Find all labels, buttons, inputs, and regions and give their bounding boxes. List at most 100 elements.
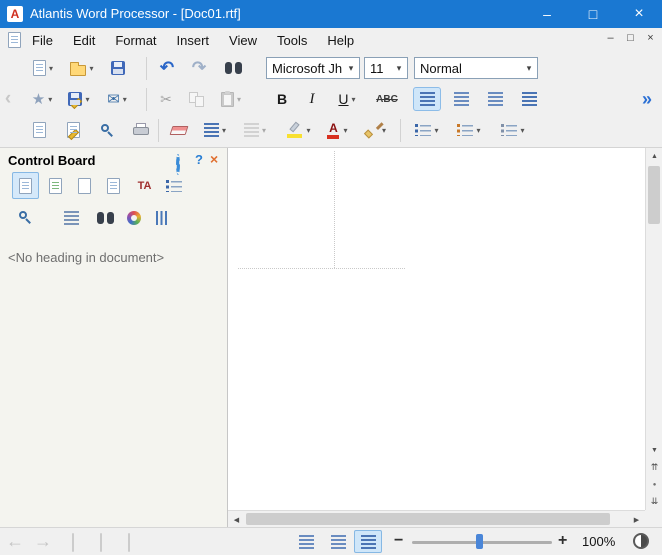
maximize-button[interactable]: □ — [570, 0, 616, 28]
doc-nav-button-3[interactable] — [128, 534, 130, 552]
align-right-button[interactable] — [481, 87, 509, 111]
doc-nav-button-1[interactable] — [72, 534, 74, 552]
menu-format[interactable]: Format — [105, 28, 166, 53]
redo-button[interactable]: ↷ — [186, 56, 212, 80]
clear-formatting-button[interactable] — [166, 118, 192, 142]
mdi-restore-button[interactable]: □ — [623, 30, 638, 46]
paste-button[interactable]: ▾ — [214, 87, 248, 111]
page-setup-button[interactable] — [60, 118, 86, 142]
dropdown-caret[interactable]: ▾ — [123, 95, 127, 104]
menu-insert[interactable]: Insert — [167, 28, 220, 53]
save-button[interactable] — [106, 56, 130, 80]
font-color-button[interactable]: A ▾ — [320, 118, 354, 142]
menu-help[interactable]: Help — [317, 28, 364, 53]
control-board-help-button[interactable]: ? — [195, 152, 203, 167]
undo-button[interactable]: ↶ — [154, 56, 180, 80]
theme-toggle-button[interactable] — [633, 533, 649, 549]
email-button[interactable]: ✉ ▾ — [100, 87, 134, 111]
colors-panel-button[interactable] — [120, 204, 147, 231]
scroll-left-button[interactable]: ◀ — [228, 511, 245, 528]
vertical-scrollbar[interactable]: ▲ ▼ ⇈ ● ⇊ — [645, 148, 662, 510]
browse-back-button[interactable]: ← — [6, 528, 24, 554]
vertical-scroll-thumb[interactable] — [648, 166, 660, 224]
bullets-button[interactable]: ▾ — [410, 118, 444, 142]
dropdown-caret[interactable]: ▾ — [237, 95, 241, 104]
italic-button[interactable]: I — [300, 87, 324, 111]
dropdown-caret[interactable]: ▾ — [306, 126, 310, 135]
print-preview-button[interactable] — [26, 118, 52, 142]
dropdown-caret[interactable]: ▾ — [222, 126, 226, 135]
previous-object-button[interactable]: ⇈ — [646, 459, 662, 476]
find-button[interactable] — [220, 56, 246, 80]
scroll-down-button[interactable]: ▼ — [646, 442, 662, 459]
scroll-up-button[interactable]: ▲ — [646, 148, 662, 165]
menu-edit[interactable]: Edit — [63, 28, 105, 53]
online-view-button[interactable] — [324, 530, 352, 553]
menu-file[interactable]: File — [22, 28, 63, 53]
line-spacing-button[interactable]: ▾ — [198, 118, 232, 142]
dropdown-caret[interactable]: ▾ — [89, 64, 93, 73]
menu-tools[interactable]: Tools — [267, 28, 317, 53]
page-view-button[interactable] — [354, 530, 382, 553]
zoom-panel-button[interactable] — [12, 204, 39, 231]
dropdown-caret[interactable]: ▾ — [382, 126, 386, 135]
dropdown-caret[interactable]: ▾ — [85, 95, 89, 104]
minimize-button[interactable]: – — [524, 0, 570, 28]
search-panel-button[interactable] — [92, 204, 119, 231]
font-name-combo[interactable]: Microsoft Jh ▾ — [266, 57, 360, 79]
dropdown-caret[interactable]: ▾ — [520, 126, 524, 135]
numbering-button[interactable]: ▾ — [452, 118, 486, 142]
dropdown-caret[interactable]: ▾ — [262, 126, 266, 135]
control-board-close-button[interactable]: × — [210, 151, 218, 167]
format-painter-button[interactable]: ▾ — [358, 118, 392, 142]
headings-panel-button[interactable] — [12, 172, 39, 199]
browse-forward-button[interactable]: → — [34, 528, 52, 554]
style-combo[interactable]: Normal ▾ — [414, 57, 538, 79]
columns-panel-button[interactable] — [149, 204, 176, 231]
dropdown-caret[interactable]: ▾ — [352, 95, 356, 104]
title-bar[interactable]: A Atlantis Word Processor - [Doc01.rtf] … — [0, 0, 662, 28]
fonts-panel-button[interactable]: TA — [131, 172, 158, 199]
font-size-combo[interactable]: 11 ▾ — [364, 57, 408, 79]
dropdown-caret[interactable]: ▾ — [48, 95, 52, 104]
next-object-button[interactable]: ⇊ — [646, 493, 662, 510]
draft-view-button[interactable] — [292, 530, 320, 553]
document-canvas[interactable] — [228, 148, 645, 510]
paragraph-panel-button[interactable] — [58, 204, 85, 231]
open-document-button[interactable]: ▾ — [64, 56, 100, 80]
dropdown-caret[interactable]: ▾ — [476, 126, 480, 135]
dropdown-caret[interactable]: ▾ — [49, 64, 53, 73]
doc-nav-button-2[interactable] — [100, 534, 102, 552]
chevron-down-icon[interactable]: ▾ — [343, 63, 359, 74]
strikethrough-button[interactable]: ABC — [370, 87, 404, 111]
bold-button[interactable]: B — [270, 87, 294, 111]
favorites-button[interactable]: ★ ▾ — [26, 87, 58, 111]
zoom-in-button[interactable]: + — [558, 528, 567, 554]
align-center-button[interactable] — [447, 87, 475, 111]
columns-button[interactable]: ▾ — [238, 118, 272, 142]
new-document-button[interactable]: ▾ — [26, 56, 60, 80]
chevron-down-icon[interactable]: ▾ — [391, 63, 407, 74]
toc-panel-button[interactable] — [160, 172, 187, 199]
dropdown-caret[interactable]: ▾ — [343, 126, 347, 135]
cut-button[interactable]: ✂ — [154, 87, 178, 111]
select-browse-object-button[interactable]: ● — [646, 476, 662, 493]
horizontal-scroll-thumb[interactable] — [246, 513, 610, 525]
toolbar-overflow-left-button[interactable]: ‹ — [0, 87, 16, 111]
styles-panel-button[interactable] — [42, 172, 69, 199]
underline-button[interactable]: U ▾ — [330, 87, 364, 111]
print-button[interactable] — [128, 118, 154, 142]
clipboard-panel-button[interactable] — [71, 172, 98, 199]
align-left-button[interactable] — [413, 87, 441, 111]
save-special-button[interactable]: ▾ — [62, 87, 96, 111]
zoom-out-button[interactable]: − — [394, 528, 403, 554]
menu-view[interactable]: View — [219, 28, 267, 53]
zoom-slider-thumb[interactable] — [476, 534, 483, 549]
horizontal-scrollbar[interactable]: ◀ ▶ — [228, 510, 645, 527]
close-button[interactable]: × — [616, 0, 662, 28]
justify-button[interactable] — [515, 87, 543, 111]
zoom-page-button[interactable] — [94, 118, 120, 142]
multilevel-list-button[interactable]: ▾ — [496, 118, 530, 142]
scroll-right-button[interactable]: ▶ — [628, 511, 645, 528]
mdi-close-button[interactable]: × — [643, 30, 658, 46]
